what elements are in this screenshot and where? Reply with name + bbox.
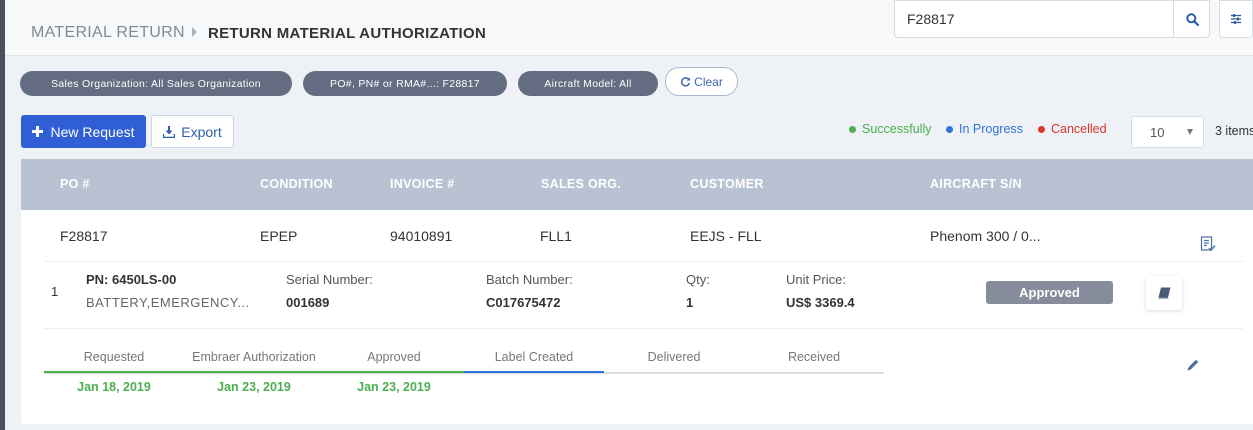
breadcrumb-parent[interactable]: MATERIAL RETURN bbox=[31, 24, 185, 42]
status-tracker: Requested Embraer Authorization Approved La… bbox=[44, 344, 884, 374]
serial-label: Serial Number: bbox=[286, 272, 373, 287]
legend-label: Cancelled bbox=[1051, 122, 1107, 136]
caret-down-icon bbox=[1187, 129, 1193, 135]
blue-dot-icon bbox=[946, 125, 953, 133]
column-header[interactable]: SALES ORG. bbox=[541, 177, 621, 191]
details-button[interactable] bbox=[1146, 276, 1182, 310]
breadcrumb-separator-icon bbox=[192, 27, 197, 37]
price-label: Unit Price: bbox=[786, 272, 846, 287]
qty-label: Qty: bbox=[686, 272, 710, 287]
column-header[interactable]: PO # bbox=[60, 177, 90, 191]
page-size-value: 10 bbox=[1150, 124, 1165, 140]
step-label: Received bbox=[787, 350, 841, 364]
items-count: 3 items bbox=[1215, 124, 1253, 138]
item-index: 1 bbox=[51, 284, 59, 299]
book-icon bbox=[1158, 287, 1170, 299]
search-box bbox=[894, 0, 1210, 38]
step-label: Label Created bbox=[494, 350, 574, 364]
legend-cancelled: Cancelled bbox=[1038, 122, 1107, 136]
price-value: US$ 3369.4 bbox=[786, 295, 855, 310]
cell-customer: EEJS - FLL bbox=[690, 228, 762, 244]
step-progress-line bbox=[604, 371, 744, 373]
part-number: PN: 6450LS-00 bbox=[86, 272, 177, 287]
batch-label: Batch Number: bbox=[486, 272, 573, 287]
filter-chip-sales-org[interactable]: Sales Organization: All Sales Organizati… bbox=[20, 71, 292, 96]
step-progress-line bbox=[184, 371, 324, 373]
column-header[interactable]: AIRCRAFT S/N bbox=[930, 177, 1022, 191]
line-item: 1 PN: 6450LS-00 BATTERY,EMERGENCY... Ser… bbox=[44, 261, 1243, 329]
red-dot-icon bbox=[1038, 125, 1045, 133]
pencil-icon[interactable] bbox=[1186, 358, 1200, 372]
filter-chip-aircraft-model[interactable]: Aircraft Model: All bbox=[518, 71, 658, 96]
export-label: Export bbox=[181, 123, 222, 140]
sliders-icon bbox=[1231, 14, 1241, 24]
sidebar-strip bbox=[0, 0, 5, 430]
page-title: RETURN MATERIAL AUTHORIZATION bbox=[208, 25, 487, 42]
document-check-icon[interactable] bbox=[1200, 236, 1216, 252]
legend-label: Successfully bbox=[862, 122, 932, 136]
cell-po: F28817 bbox=[60, 228, 108, 244]
page-size-select[interactable]: 10 bbox=[1131, 116, 1204, 148]
serial-value: 001689 bbox=[286, 295, 330, 310]
cell-condition: EPEP bbox=[260, 228, 298, 244]
filter-chip-po[interactable]: PO#, PN# or RMA#...: F28817 bbox=[303, 71, 507, 96]
step-label: Requested bbox=[83, 350, 145, 364]
cell-aircraft: Phenom 300 / 0... bbox=[930, 228, 1041, 244]
cell-sales-org: FLL1 bbox=[540, 228, 572, 244]
filter-settings-button[interactable] bbox=[1219, 0, 1253, 38]
plus-icon bbox=[32, 126, 44, 137]
step-progress-line bbox=[324, 371, 464, 373]
legend-successfully: Successfully bbox=[849, 122, 931, 136]
status-badge: Approved bbox=[986, 281, 1113, 304]
search-icon bbox=[1185, 12, 1199, 26]
green-dot-icon bbox=[849, 125, 856, 133]
search-input[interactable] bbox=[895, 1, 1173, 37]
step-progress-line bbox=[44, 371, 184, 373]
rma-table: PO # CONDITION INVOICE # SALES ORG. CUST… bbox=[21, 159, 1253, 424]
column-header[interactable]: CUSTOMER bbox=[690, 177, 764, 191]
legend-label: In Progress bbox=[959, 122, 1023, 136]
step-date: Jan 23, 2019 bbox=[357, 380, 431, 394]
step-date: Jan 23, 2019 bbox=[217, 380, 291, 394]
column-header[interactable]: CONDITION bbox=[260, 177, 333, 191]
clear-label: Clear bbox=[694, 74, 723, 89]
download-icon bbox=[163, 125, 176, 138]
export-button[interactable]: Export bbox=[151, 115, 234, 148]
step-progress-line bbox=[744, 371, 884, 373]
clear-filters-button[interactable]: Clear bbox=[665, 67, 738, 96]
batch-value: C017675472 bbox=[486, 295, 561, 310]
new-request-label: New Request bbox=[50, 123, 135, 140]
step-label: Approved bbox=[367, 350, 421, 364]
table-header: PO # CONDITION INVOICE # SALES ORG. CUST… bbox=[21, 159, 1253, 210]
part-description: BATTERY,EMERGENCY... bbox=[86, 295, 250, 310]
new-request-button[interactable]: New Request bbox=[21, 115, 146, 148]
search-button[interactable] bbox=[1173, 1, 1210, 37]
cell-invoice: 94010891 bbox=[390, 228, 453, 244]
step-label: Delivered bbox=[647, 350, 701, 364]
column-header[interactable]: INVOICE # bbox=[390, 177, 455, 191]
step-progress-line bbox=[464, 371, 604, 373]
step-date: Jan 18, 2019 bbox=[77, 380, 151, 394]
qty-value: 1 bbox=[686, 295, 694, 310]
refresh-icon bbox=[681, 77, 691, 87]
step-label: Embraer Authorization bbox=[192, 350, 316, 364]
legend-in-progress: In Progress bbox=[946, 122, 1023, 136]
